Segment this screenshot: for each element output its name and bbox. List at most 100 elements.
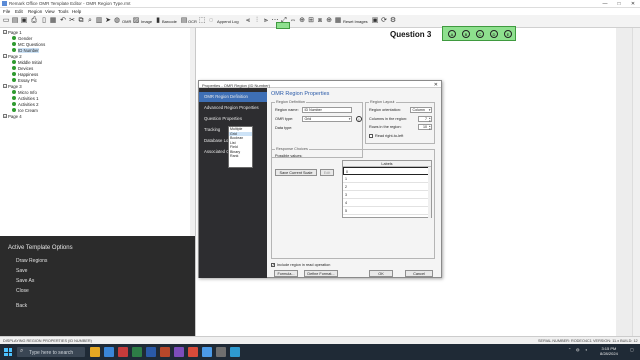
ocr-icon[interactable]: ▤ [180,17,188,25]
omr-type-option[interactable]: Rank [229,154,252,159]
taskbar-app-powerpoint-icon[interactable] [160,347,170,357]
save-current-scale-button[interactable]: Save Current Scale [275,169,317,176]
print-icon[interactable]: ⎙ [30,17,38,25]
label-row[interactable]: 0 [343,167,429,175]
network-icon[interactable]: ◍ [576,347,580,352]
reset-images-label[interactable]: Reset Images [343,19,368,24]
new-icon[interactable]: ▭ [2,17,10,25]
spinner-arrows-icon[interactable]: ▴ ▾ [429,125,431,131]
menu-file[interactable]: File [3,9,10,14]
space-icon[interactable]: ⇔ [289,17,297,25]
group-icon[interactable]: ⊞ [307,17,315,25]
define-format-button[interactable]: Define Format... [304,270,338,277]
taskbar-clock[interactable]: 3:15 PM 8/28/2024 [600,346,618,356]
cancel-button[interactable]: Cancel [405,270,433,277]
info-icon[interactable]: i [356,116,362,122]
copy-icon[interactable]: ⧉ [77,17,85,25]
taskbar-search[interactable]: ⌕ Type here to search [17,347,85,357]
taskbar-app-word-icon[interactable] [146,347,156,357]
grid-icon[interactable]: ▦ [49,17,57,25]
save-as-option[interactable]: Save As [16,278,34,284]
orientation-select[interactable]: Column ▾ [410,107,432,113]
open-icon[interactable]: ▤ [11,17,19,25]
gear-icon[interactable]: ⚙ [389,17,397,25]
maximize-button[interactable]: □ [612,0,626,8]
taskbar-app-blue-icon[interactable] [202,347,212,357]
omr-region-marker[interactable] [276,22,290,29]
label-row[interactable]: 1 [343,175,429,183]
taskbar-app-purple-icon[interactable] [174,347,184,357]
undo-icon[interactable]: ↶ [59,17,67,25]
rows-spinner[interactable]: 10 ▴ ▾ [418,124,432,130]
close-option[interactable]: Close [16,288,29,294]
barcode-icon[interactable]: ▮ [154,17,162,25]
formula-button[interactable]: Formula... [274,270,298,277]
draw-regions-option[interactable]: Draw Regions [16,258,47,264]
windows-start-icon[interactable] [4,348,12,356]
cut-icon[interactable]: ✂ [68,17,76,25]
select-icon[interactable]: ◌ [207,17,215,25]
reset-icon[interactable]: ▦ [334,17,342,25]
notification-icon[interactable]: ▢ [630,347,634,352]
taskbar-app-red-icon[interactable] [118,347,128,357]
taskbar-app-grey-icon[interactable] [216,347,226,357]
ok-button[interactable]: OK [369,270,393,277]
expander-icon[interactable]: − [3,30,7,34]
center-icon[interactable]: ⊕ [298,17,306,25]
label-row[interactable]: 5 [343,207,429,215]
include-region-checkbox[interactable]: ✓ [271,263,275,267]
close-button[interactable]: ✕ [626,0,640,8]
omr-type-select[interactable]: Grid ▾ [302,116,352,122]
dialog-close-icon[interactable]: ✕ [434,82,438,88]
menu-tools[interactable]: Tools [58,9,69,14]
arrow-icon[interactable]: ➤ [104,17,112,25]
taskbar-app-explorer-icon[interactable] [90,347,100,357]
nav-advanced-region-properties[interactable]: Advanced Region Properties [199,103,267,113]
save-icon[interactable]: ▣ [20,17,28,25]
omr-tool-label[interactable]: OMR [122,19,131,24]
taskbar-app-browser-icon[interactable] [104,347,114,357]
labels-scrollbar[interactable] [428,167,431,218]
image-view-icon[interactable]: ▣ [371,17,379,25]
minimize-button[interactable]: — [598,0,612,8]
taskbar-app-orange-icon[interactable] [188,347,198,357]
taskbar-app-excel-icon[interactable] [132,347,142,357]
image-icon[interactable]: ▨ [132,17,140,25]
ocr-tool-label[interactable]: OCR [188,19,197,24]
nav-omr-region-definition[interactable]: OMR Region Definition [199,92,267,102]
back-option[interactable]: Back [16,303,27,309]
tray-chevron-icon[interactable]: ⌃ [568,347,571,352]
edit-button[interactable]: Edit [320,169,334,176]
menu-help[interactable]: Help [72,9,81,14]
region-name-input[interactable]: ID Number [302,107,352,113]
tree-scrollbar[interactable] [190,28,195,236]
zoom-icon[interactable]: ⌕ [86,17,94,25]
expander-icon[interactable]: − [3,54,7,58]
taskbar-app-remark-icon[interactable] [230,347,240,357]
image-tool-label[interactable]: Image [141,19,152,24]
expander-icon[interactable]: + [3,114,7,118]
align-left-icon[interactable]: ⫷ [244,17,252,25]
omr-region-question-3[interactable]: A B C D E [442,26,516,41]
align-center-icon[interactable]: ⫶ [253,17,261,25]
append-log-label[interactable]: Append Log [217,19,239,24]
zoom-in-icon[interactable]: ⊕ [325,17,333,25]
menu-region[interactable]: Region [28,9,42,14]
label-row[interactable]: 3 [343,191,429,199]
align-right-icon[interactable]: ⫸ [262,17,270,25]
spinner-arrows-icon[interactable]: ▴ ▾ [429,117,431,123]
label-row[interactable]: 2 [343,183,429,191]
expander-icon[interactable]: − [3,84,7,88]
page-icon[interactable]: ▯ [40,17,48,25]
read-rtl-checkbox[interactable] [369,134,373,138]
page-setup-icon[interactable]: ▥ [95,17,103,25]
save-option[interactable]: Save [16,268,27,274]
refresh-icon[interactable]: ⟳ [380,17,388,25]
omr-icon[interactable]: ◍ [113,17,121,25]
barcode-tool-label[interactable]: Barcode [162,19,177,24]
tree-item-page-4[interactable]: + Page 4 [3,113,22,119]
label-row[interactable]: 4 [343,199,429,207]
order-icon[interactable]: ⧈ [316,17,324,25]
canvas-scrollbar[interactable] [632,28,640,336]
volume-icon[interactable]: ◖ [585,347,587,352]
